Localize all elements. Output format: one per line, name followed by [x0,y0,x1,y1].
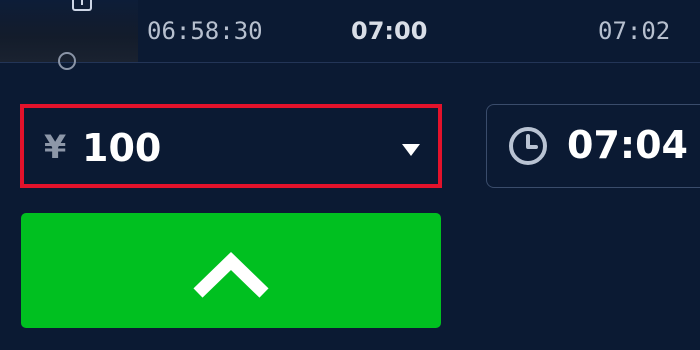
chevron-down-icon[interactable] [402,144,420,156]
time-tick-label: 07:02 [598,17,671,45]
time-tick-label: 06:58:30 [147,17,263,45]
timeline-thumbnail[interactable] [0,0,138,70]
expiry-time-value: 07:04 [567,123,688,167]
up-button[interactable] [21,213,441,328]
amount-value: 100 [82,126,162,170]
amount-selector[interactable]: ¥ 100 [20,104,442,188]
expiry-time-selector[interactable]: 07:04 [486,104,700,188]
time-tick-label: 07:00 [351,17,428,45]
currency-symbol: ¥ [44,128,67,166]
clock-icon [509,127,547,165]
tray-icon [72,0,92,11]
chart-timeline: 06:58:30 07:00 07:02 [0,0,700,70]
chevron-up-icon [193,251,269,298]
slider-handle[interactable] [58,52,76,70]
